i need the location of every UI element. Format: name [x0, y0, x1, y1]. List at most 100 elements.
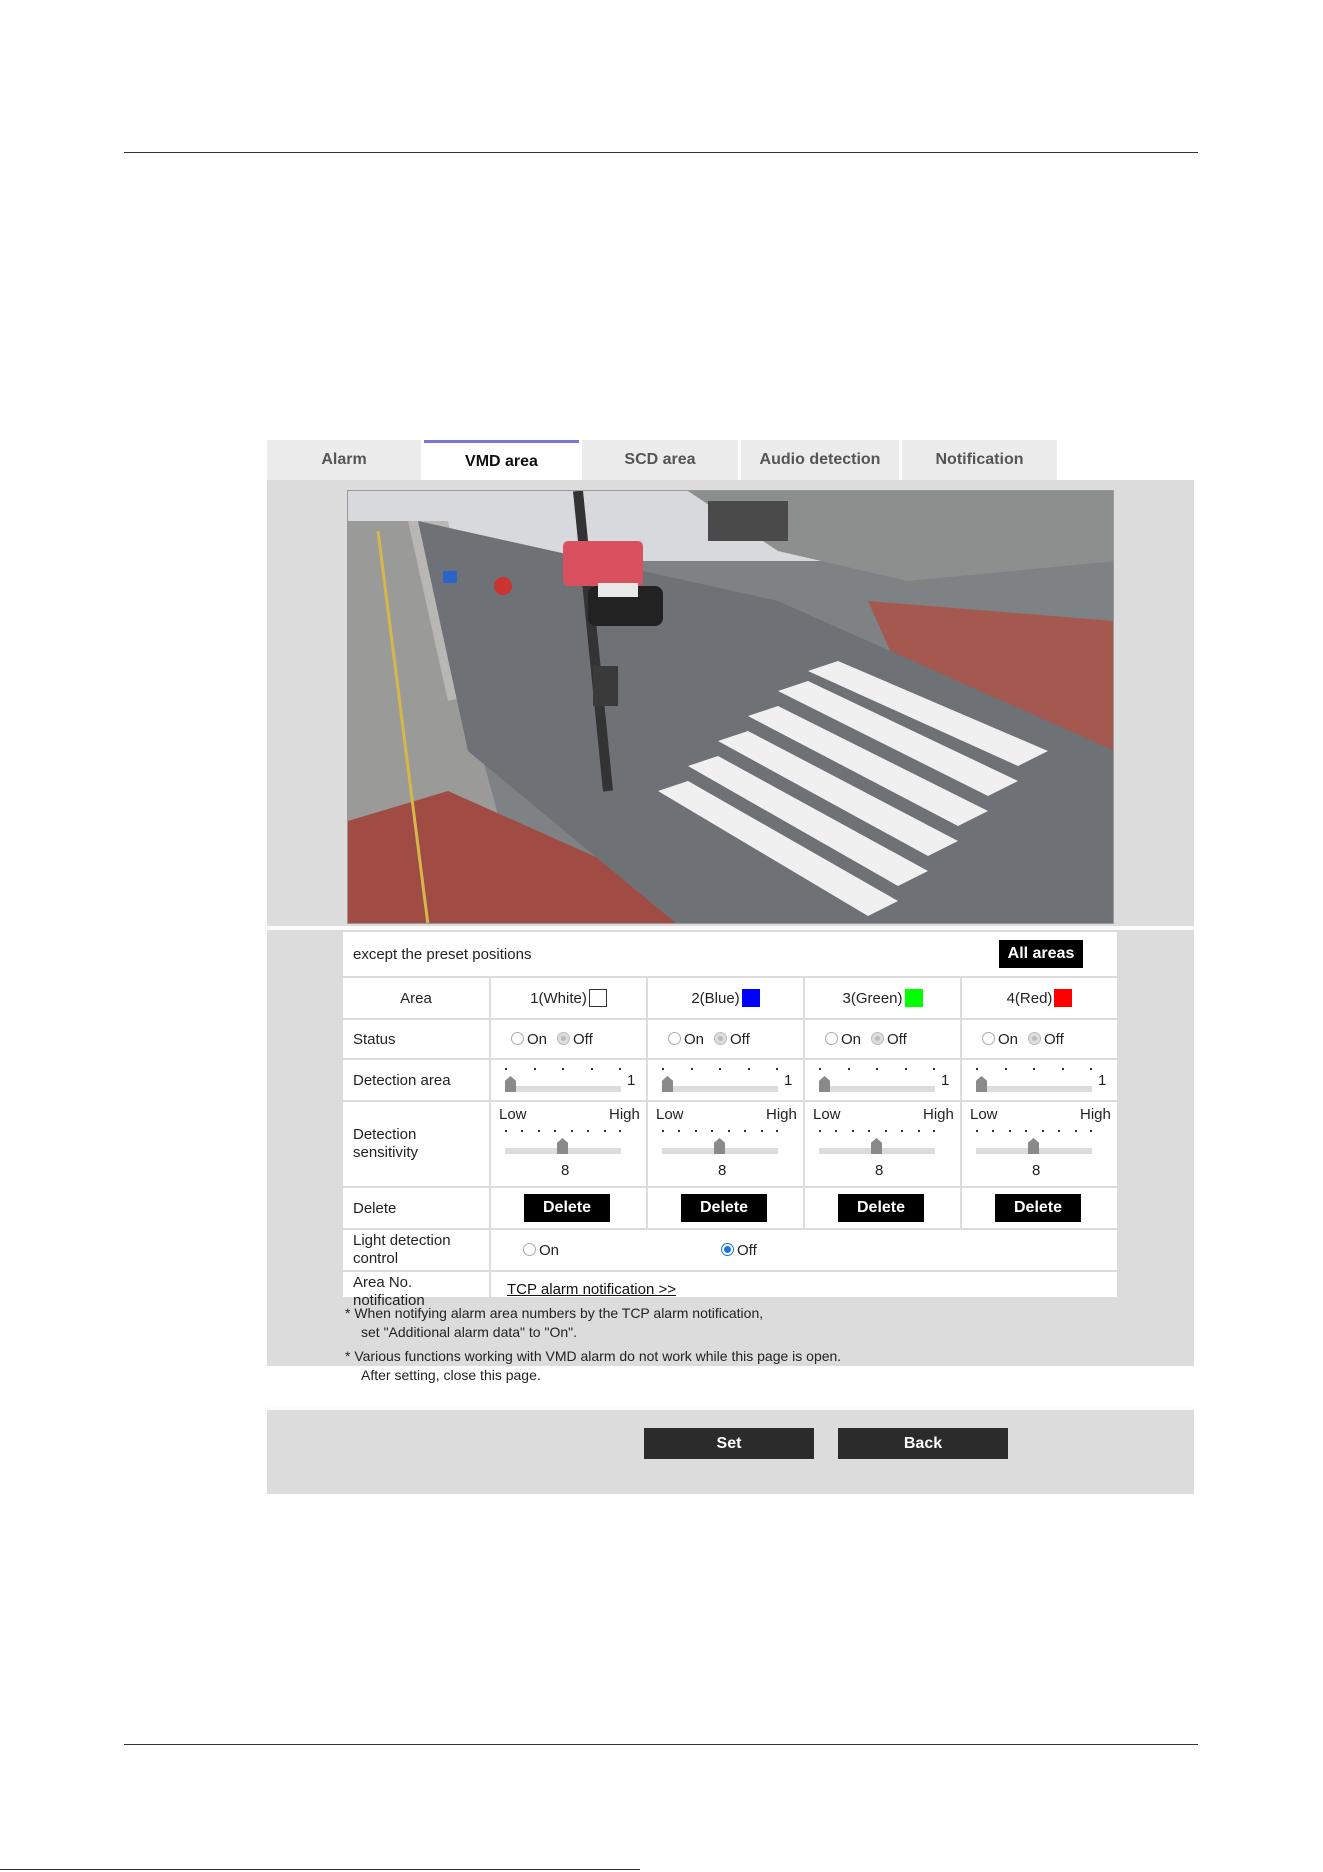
status-4-off-radio[interactable]	[1028, 1032, 1042, 1045]
status-area-3: On Off	[803, 1020, 960, 1058]
footer-bar: Set Back	[267, 1407, 1194, 1494]
status-area-2: On Off	[646, 1020, 803, 1058]
high-label: High	[1080, 1106, 1111, 1123]
sensitivity-slider-4[interactable]	[976, 1128, 1096, 1158]
status-3-off-label: Off	[887, 1031, 907, 1048]
status-3-on-label: On	[841, 1031, 862, 1048]
area-2-color-swatch	[741, 989, 760, 1007]
separator	[267, 926, 1194, 930]
area-1-label: 1(White)	[530, 989, 587, 1007]
set-button[interactable]: Set	[644, 1428, 814, 1459]
area-4-color-swatch	[1054, 989, 1073, 1007]
detection-area-row: Detection area 1 1 1 1	[343, 1058, 1117, 1100]
status-row: Status On Off On Off On Off On Off	[343, 1018, 1117, 1058]
area-3-label: 3(Green)	[842, 989, 903, 1007]
status-2-off-radio[interactable]	[714, 1032, 728, 1045]
delete-label: Delete	[353, 1200, 397, 1217]
detection-sensitivity-label: Detection sensitivity	[353, 1126, 419, 1161]
slider-thumb[interactable]	[976, 1076, 987, 1092]
slider-thumb[interactable]	[819, 1076, 830, 1092]
light-on-label: On	[539, 1242, 560, 1259]
light-detection-row: Light detection control On Off	[343, 1228, 1117, 1270]
detection-area-label: Detection area	[353, 1072, 451, 1089]
tab-audio-detection[interactable]: Audio detection	[741, 440, 899, 480]
delete-button-4[interactable]: Delete	[995, 1194, 1081, 1222]
det-area-4: 1	[960, 1060, 1117, 1100]
slider-thumb[interactable]	[662, 1076, 673, 1092]
slider-thumb[interactable]	[557, 1138, 568, 1154]
status-4-on-radio[interactable]	[982, 1032, 995, 1045]
status-area-4: On Off	[960, 1020, 1117, 1058]
area-3-cell: 3(Green)	[803, 978, 960, 1018]
light-detection-label: Light detection control	[353, 1232, 451, 1267]
note-2: * Various functions working with VMD ala…	[345, 1348, 842, 1383]
settings-table: except the preset positions All areas Ar…	[343, 932, 1117, 1310]
sensitivity-slider-3[interactable]	[819, 1128, 939, 1158]
status-1-on-label: On	[527, 1031, 548, 1048]
detection-area-slider-4[interactable]	[976, 1066, 1096, 1096]
sens-area-1: Low High 8	[489, 1102, 646, 1186]
sens-area-3: Low High 8	[803, 1102, 960, 1186]
low-label: Low	[656, 1106, 684, 1123]
footnote-rule	[0, 1869, 640, 1870]
sensitivity-slider-1[interactable]	[505, 1128, 625, 1158]
content-area: except the preset positions All areas Ar…	[267, 480, 1194, 1383]
slider-thumb[interactable]	[1028, 1138, 1039, 1154]
detection-area-slider-1[interactable]	[505, 1066, 625, 1096]
status-3-on-radio[interactable]	[825, 1032, 838, 1045]
detection-area-slider-3[interactable]	[819, 1066, 939, 1096]
status-1-off-label: Off	[573, 1031, 593, 1048]
detection-sensitivity-row: Detection sensitivity Low High 8 Low High	[343, 1100, 1117, 1186]
status-1-on-radio[interactable]	[511, 1032, 524, 1045]
preset-text: except the preset positions	[353, 946, 532, 963]
det-area-1: 1	[489, 1060, 646, 1100]
status-2-off-label: Off	[730, 1031, 750, 1048]
status-2-on-label: On	[684, 1031, 705, 1048]
vmd-settings-panel: Alarm VMD area SCD area Audio detection …	[267, 440, 1194, 1494]
tab-alarm[interactable]: Alarm	[267, 440, 421, 480]
area-4-label: 4(Red)	[1006, 989, 1053, 1007]
area-header-row: Area 1(White) 2(Blue) 3(Green) 4(Red)	[343, 976, 1117, 1018]
area-2-label: 2(Blue)	[691, 989, 740, 1007]
footer-rule	[124, 1744, 1198, 1745]
all-areas-button[interactable]: All areas	[999, 940, 1083, 968]
delete-button-2[interactable]: Delete	[681, 1194, 767, 1222]
delete-button-1[interactable]: Delete	[524, 1194, 610, 1222]
area-2-cell: 2(Blue)	[646, 978, 803, 1018]
slider-thumb[interactable]	[714, 1138, 725, 1154]
sensitivity-slider-2[interactable]	[662, 1128, 782, 1158]
tcp-alarm-notification-link[interactable]: TCP alarm notification >>	[507, 1281, 676, 1298]
detection-area-value-3: 1	[941, 1072, 950, 1089]
back-button[interactable]: Back	[838, 1428, 1008, 1459]
delete-row: Delete Delete Delete Delete Delete	[343, 1186, 1117, 1228]
tab-vmd-area[interactable]: VMD area	[424, 440, 579, 480]
high-label: High	[923, 1106, 954, 1123]
slider-thumb[interactable]	[505, 1076, 516, 1092]
sensitivity-value-1: 8	[561, 1162, 570, 1179]
slider-thumb[interactable]	[871, 1138, 882, 1154]
light-off-label: Off	[737, 1242, 757, 1259]
low-label: Low	[970, 1106, 998, 1123]
light-on-radio[interactable]	[523, 1243, 536, 1256]
note-1: * When notifying alarm area numbers by t…	[345, 1305, 764, 1340]
sensitivity-value-4: 8	[1032, 1162, 1041, 1179]
low-label: Low	[813, 1106, 841, 1123]
sens-area-4: Low High 8	[960, 1102, 1117, 1186]
light-off-radio[interactable]	[721, 1243, 734, 1256]
status-1-off-radio[interactable]	[557, 1032, 571, 1045]
status-3-off-radio[interactable]	[871, 1032, 885, 1045]
camera-image[interactable]	[347, 490, 1114, 924]
area-4-cell: 4(Red)	[960, 978, 1117, 1018]
area-label-cell: Area	[343, 978, 489, 1018]
delete-button-3[interactable]: Delete	[838, 1194, 924, 1222]
area-3-color-swatch	[904, 989, 923, 1007]
area-1-cell: 1(White)	[489, 978, 646, 1018]
status-4-on-label: On	[998, 1031, 1019, 1048]
tab-notification[interactable]: Notification	[902, 440, 1057, 480]
low-label: Low	[499, 1106, 527, 1123]
tab-scd-area[interactable]: SCD area	[582, 440, 738, 480]
detection-area-slider-2[interactable]	[662, 1066, 782, 1096]
det-area-3: 1	[803, 1060, 960, 1100]
status-2-on-radio[interactable]	[668, 1032, 681, 1045]
detection-area-value-4: 1	[1098, 1072, 1107, 1089]
